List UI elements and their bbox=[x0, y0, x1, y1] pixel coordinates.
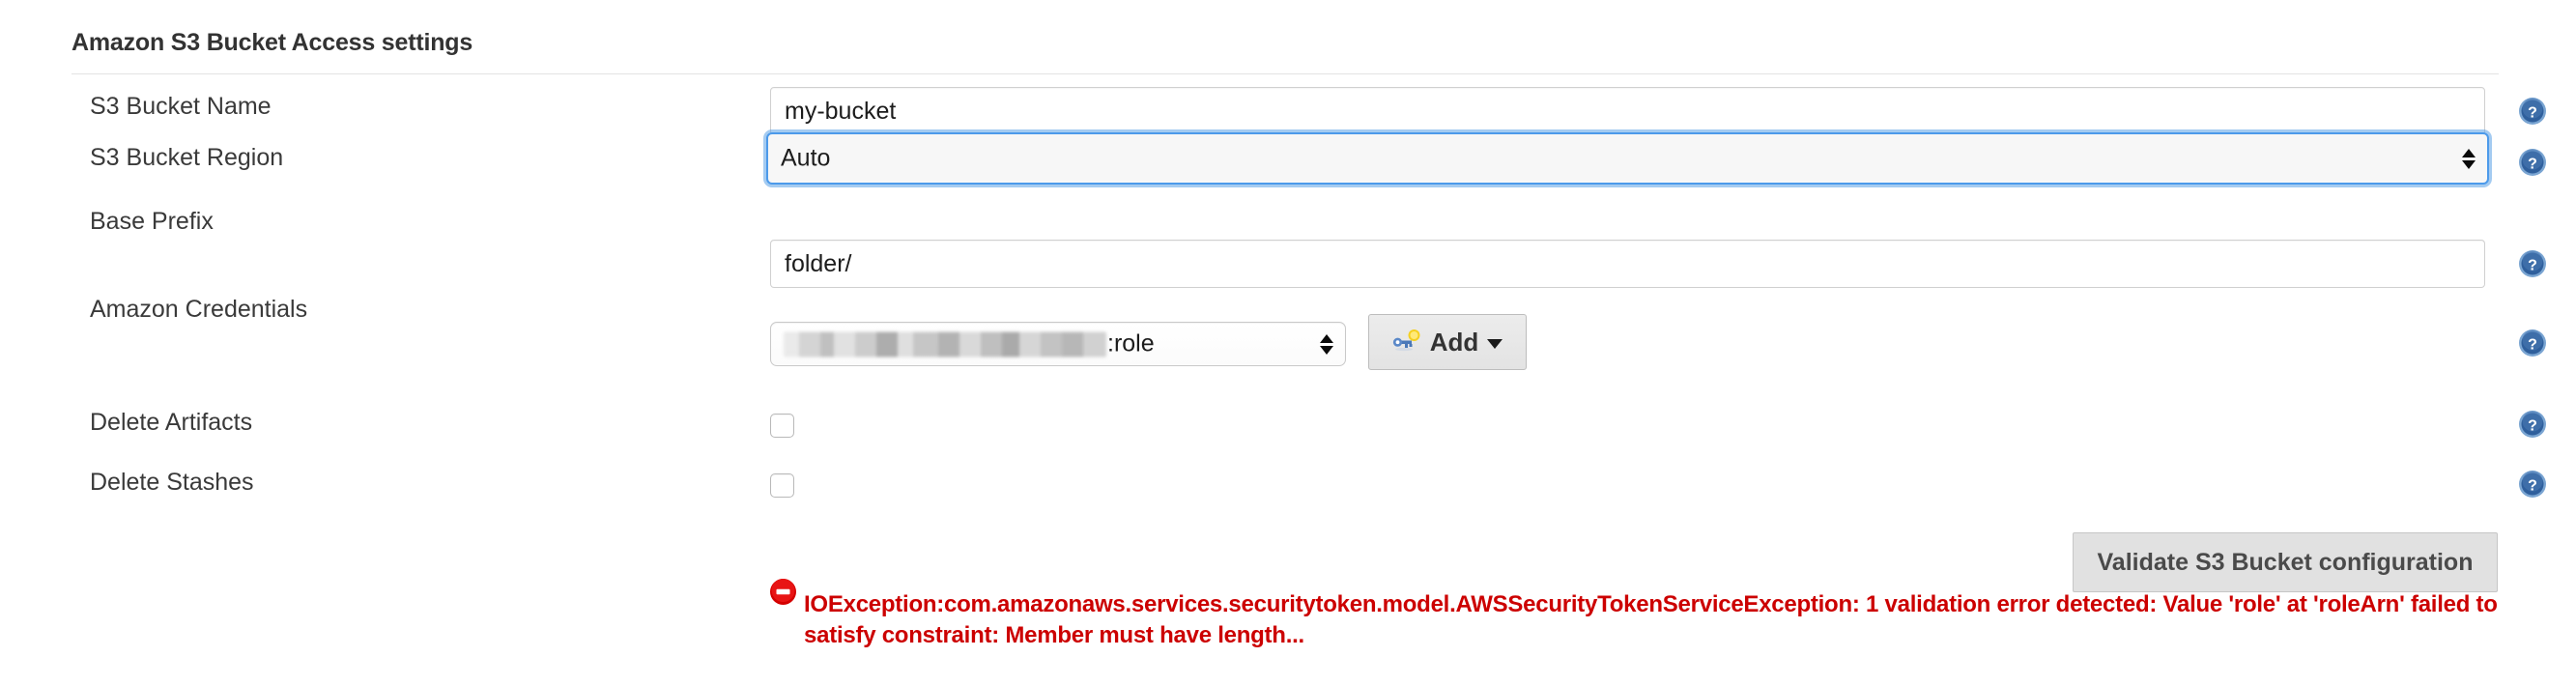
chevron-updown-icon bbox=[2462, 143, 2476, 174]
svg-text:?: ? bbox=[2528, 478, 2537, 495]
amazon-credentials-suffix: :role bbox=[1107, 329, 1155, 357]
help-icon-base-prefix[interactable]: ? bbox=[2518, 249, 2547, 278]
svg-text:?: ? bbox=[2528, 258, 2537, 274]
svg-text:?: ? bbox=[2528, 337, 2537, 354]
amazon-credentials-value: :role bbox=[784, 330, 1155, 358]
page-title: Amazon S3 Bucket Access settings bbox=[72, 29, 473, 56]
help-icon-bucket-name[interactable]: ? bbox=[2518, 97, 2547, 126]
validation-error-message: IOException:com.amazonaws.services.secur… bbox=[804, 591, 2498, 648]
svg-text:?: ? bbox=[2528, 105, 2537, 122]
delete-artifacts-checkbox[interactable] bbox=[770, 414, 794, 438]
chevron-down-icon bbox=[1487, 338, 1503, 349]
redacted-credential-id bbox=[784, 331, 1106, 357]
label-bucket-name: S3 Bucket Name bbox=[90, 93, 272, 120]
label-amazon-credentials: Amazon Credentials bbox=[90, 296, 308, 323]
amazon-credentials-select[interactable]: :role bbox=[770, 322, 1346, 366]
bucket-region-selected-value: Auto bbox=[781, 144, 831, 172]
chevron-updown-icon bbox=[1320, 329, 1333, 359]
header-divider bbox=[72, 73, 2499, 74]
delete-stashes-checkbox[interactable] bbox=[770, 473, 794, 498]
svg-text:?: ? bbox=[2528, 418, 2537, 435]
help-icon-delete-stashes[interactable]: ? bbox=[2518, 470, 2547, 499]
error-icon bbox=[769, 578, 797, 606]
validate-button-label: Validate S3 Bucket configuration bbox=[2097, 548, 2474, 576]
s3-bucket-settings-page: Amazon S3 Bucket Access settings S3 Buck… bbox=[0, 0, 2576, 686]
help-icon-bucket-region[interactable]: ? bbox=[2518, 148, 2547, 177]
bucket-region-select[interactable]: Auto bbox=[766, 132, 2489, 185]
bucket-name-input[interactable] bbox=[770, 87, 2485, 135]
label-bucket-region: S3 Bucket Region bbox=[90, 144, 284, 171]
help-icon-delete-artifacts[interactable]: ? bbox=[2518, 410, 2547, 439]
key-icon bbox=[1392, 329, 1421, 357]
svg-text:?: ? bbox=[2528, 157, 2537, 173]
label-delete-artifacts: Delete Artifacts bbox=[90, 409, 253, 436]
label-delete-stashes: Delete Stashes bbox=[90, 469, 254, 496]
add-credentials-button[interactable]: Add bbox=[1368, 314, 1527, 370]
label-base-prefix: Base Prefix bbox=[90, 208, 214, 235]
add-button-label: Add bbox=[1429, 327, 1479, 357]
validate-s3-bucket-configuration-button[interactable]: Validate S3 Bucket configuration bbox=[2073, 532, 2498, 592]
base-prefix-input[interactable] bbox=[770, 240, 2485, 288]
help-icon-amazon-credentials[interactable]: ? bbox=[2518, 329, 2547, 357]
